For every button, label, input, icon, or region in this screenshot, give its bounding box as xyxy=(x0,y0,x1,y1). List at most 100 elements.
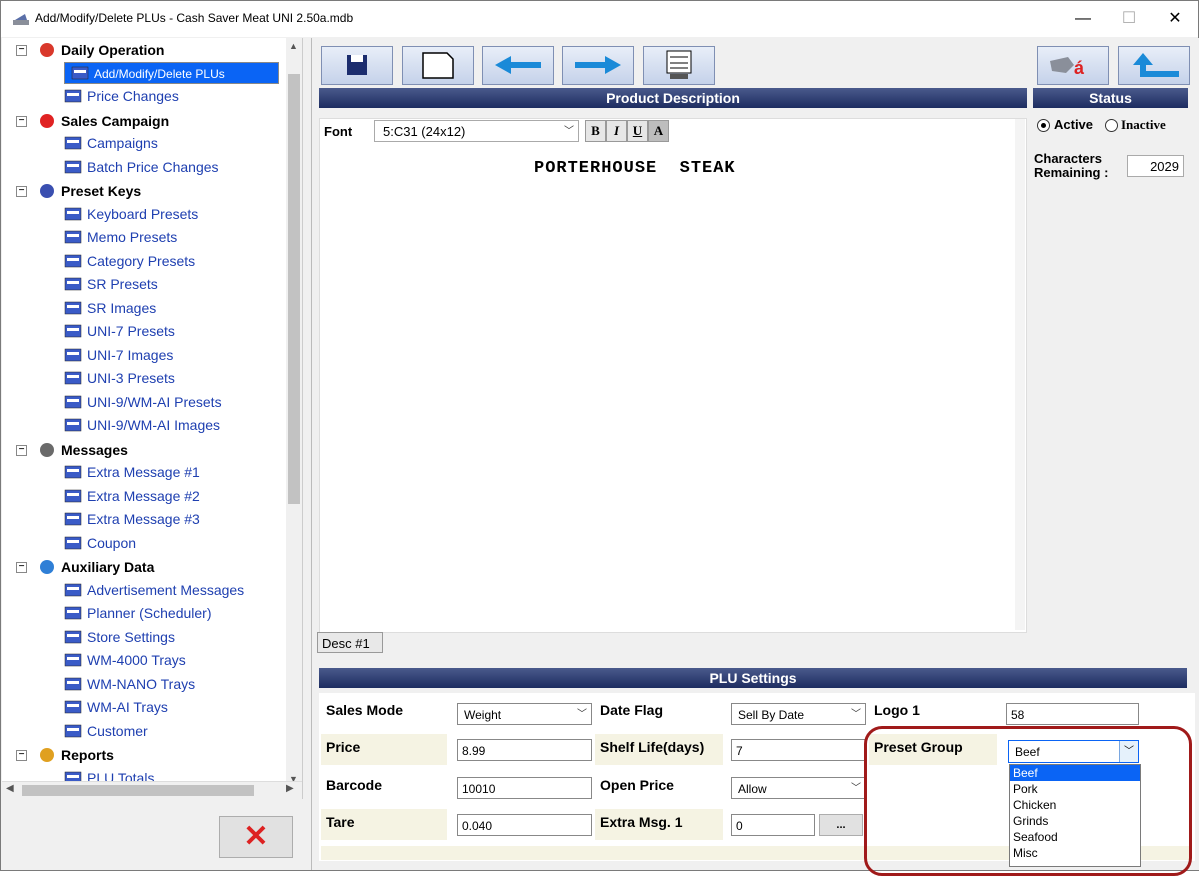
tree-item-icon xyxy=(64,464,82,480)
highlight-ring xyxy=(864,726,1192,876)
tree-item[interactable]: SR Presets xyxy=(64,273,158,295)
tree-item-icon xyxy=(64,699,82,715)
play-icon xyxy=(38,42,56,58)
tree-item[interactable]: WM-NANO Trays xyxy=(64,673,195,695)
inverse-button[interactable]: A xyxy=(648,120,669,142)
date-flag-select[interactable]: Sell By Date ﹀ xyxy=(731,703,866,725)
tree-item[interactable]: Store Settings xyxy=(64,626,175,648)
message-icon xyxy=(38,442,56,458)
logo-input[interactable]: 58 xyxy=(1006,703,1139,725)
tree-group[interactable]: − Reports xyxy=(16,744,114,766)
tree-item-label: Coupon xyxy=(87,534,137,551)
tree-item[interactable]: WM-4000 Trays xyxy=(64,649,186,671)
tree-group[interactable]: − Preset Keys xyxy=(16,180,141,202)
translate-button[interactable]: á xyxy=(1037,46,1109,85)
tree-item[interactable]: UNI-7 Presets xyxy=(64,320,175,342)
tree-item-label: Add/Modify/Delete PLUs xyxy=(94,66,225,81)
previous-button[interactable] xyxy=(482,46,554,85)
open-price-label: Open Price xyxy=(600,777,674,793)
tree-scroll-thumb[interactable] xyxy=(288,74,300,504)
next-button[interactable] xyxy=(562,46,634,85)
tree-item-label: UNI-9/WM-AI Images xyxy=(87,417,221,433)
scroll-up-icon[interactable]: ▲ xyxy=(289,41,298,51)
inactive-radio[interactable] xyxy=(1105,119,1118,132)
logo-label: Logo 1 xyxy=(874,702,920,718)
close-button[interactable]: ✕ xyxy=(1152,1,1198,37)
tree-item[interactable]: Extra Message #1 xyxy=(64,461,200,483)
tree-item[interactable]: SR Images xyxy=(64,297,156,319)
tree-item[interactable]: Advertisement Messages xyxy=(64,579,244,601)
tree-vertical-scrollbar[interactable]: ▲ ▼ xyxy=(286,38,302,799)
date-flag-label: Date Flag xyxy=(600,702,664,718)
extra-msg-input[interactable]: 0 xyxy=(731,814,815,836)
tree-item-icon xyxy=(64,723,82,739)
price-input[interactable]: 8.99 xyxy=(457,739,592,761)
tab-desc-1[interactable]: Desc #1 xyxy=(317,632,383,653)
nutrition-button[interactable] xyxy=(643,46,715,85)
shelf-life-input[interactable]: 7 xyxy=(731,739,866,761)
tree-item[interactable]: UNI-9/WM-AI Presets xyxy=(64,391,222,413)
tree-group[interactable]: − Sales Campaign xyxy=(16,110,169,132)
tare-input[interactable]: 0.040 xyxy=(457,814,592,836)
tree-item[interactable]: Add/Modify/Delete PLUs xyxy=(64,61,279,84)
collapse-icon[interactable]: − xyxy=(16,115,27,127)
tree-item[interactable]: Memo Presets xyxy=(64,226,177,248)
tree-group[interactable]: − Messages xyxy=(16,439,128,461)
tree-item[interactable]: Campaigns xyxy=(64,132,158,154)
tree-item-label: Batch Price Changes xyxy=(87,158,219,175)
tree-item-icon xyxy=(64,159,82,175)
arrow-up-icon xyxy=(1133,53,1179,77)
tree-item-label: Advertisement Messages xyxy=(87,581,245,598)
tree-item[interactable]: UNI-9/WM-AI Images xyxy=(64,414,220,436)
scroll-left-icon[interactable]: ◀ xyxy=(6,783,14,794)
underline-button[interactable]: U xyxy=(627,120,648,142)
tree-item[interactable]: Batch Price Changes xyxy=(64,156,219,178)
tree-item[interactable]: Planner (Scheduler) xyxy=(64,602,212,624)
chevron-down-icon: ﹀ xyxy=(851,783,861,794)
tree-item-label: Customer xyxy=(87,722,148,739)
sales-mode-select[interactable]: Weight ﹀ xyxy=(457,703,592,725)
tree-item[interactable]: Keyboard Presets xyxy=(64,203,198,225)
tree-item-icon xyxy=(64,582,82,598)
tree-item[interactable]: Price Changes xyxy=(64,85,179,107)
font-select[interactable]: 5:C31 (24x12) ﹀ xyxy=(374,120,579,142)
tree-item-icon xyxy=(71,65,89,81)
new-button[interactable] xyxy=(402,46,474,85)
open-price-select[interactable]: Allow ﹀ xyxy=(731,777,866,799)
tree-item[interactable]: UNI-3 Presets xyxy=(64,367,175,389)
tree-item-icon xyxy=(64,511,82,527)
tree-item[interactable]: Coupon xyxy=(64,532,136,554)
extra-msg-browse-button[interactable]: ... xyxy=(819,814,863,836)
tree-item[interactable]: Extra Message #3 xyxy=(64,508,200,530)
tree-hscroll-thumb[interactable] xyxy=(22,785,254,796)
tree-item-icon xyxy=(64,323,82,339)
italic-button[interactable]: I xyxy=(606,120,627,142)
tree-item[interactable]: Extra Message #2 xyxy=(64,485,200,507)
upload-button[interactable] xyxy=(1118,46,1190,85)
font-label: Font xyxy=(324,124,353,139)
scroll-right-icon[interactable]: ▶ xyxy=(286,783,294,794)
minimize-button[interactable]: — xyxy=(1060,1,1106,37)
tree-item[interactable]: UNI-7 Images xyxy=(64,344,173,366)
collapse-icon[interactable]: − xyxy=(16,750,27,761)
tree-item[interactable]: WM-AI Trays xyxy=(64,696,168,718)
bold-button[interactable]: B xyxy=(585,120,606,142)
barcode-input[interactable]: 10010 xyxy=(457,777,592,799)
tree-item[interactable]: Customer xyxy=(64,720,148,742)
save-button[interactable] xyxy=(321,46,393,85)
active-radio[interactable] xyxy=(1037,119,1050,132)
exit-button[interactable]: ✕ xyxy=(219,816,293,858)
tree-horizontal-scrollbar[interactable]: ◀ ▶ xyxy=(2,781,302,799)
maximize-button[interactable]: ☐ xyxy=(1106,1,1152,37)
collapse-icon[interactable]: − xyxy=(16,45,27,56)
collapse-icon[interactable]: − xyxy=(16,444,27,456)
editor-scrollbar[interactable] xyxy=(1015,119,1025,630)
collapse-icon[interactable]: − xyxy=(16,186,27,197)
collapse-icon[interactable]: − xyxy=(16,562,27,573)
tree-item[interactable]: Category Presets xyxy=(64,250,195,272)
tree-item-icon xyxy=(64,417,82,433)
tree-group[interactable]: − Auxiliary Data xyxy=(16,556,154,578)
description-editor[interactable] xyxy=(319,118,1027,633)
tree-group[interactable]: − Daily Operation xyxy=(16,39,164,61)
open-price-value: Allow xyxy=(738,782,767,796)
